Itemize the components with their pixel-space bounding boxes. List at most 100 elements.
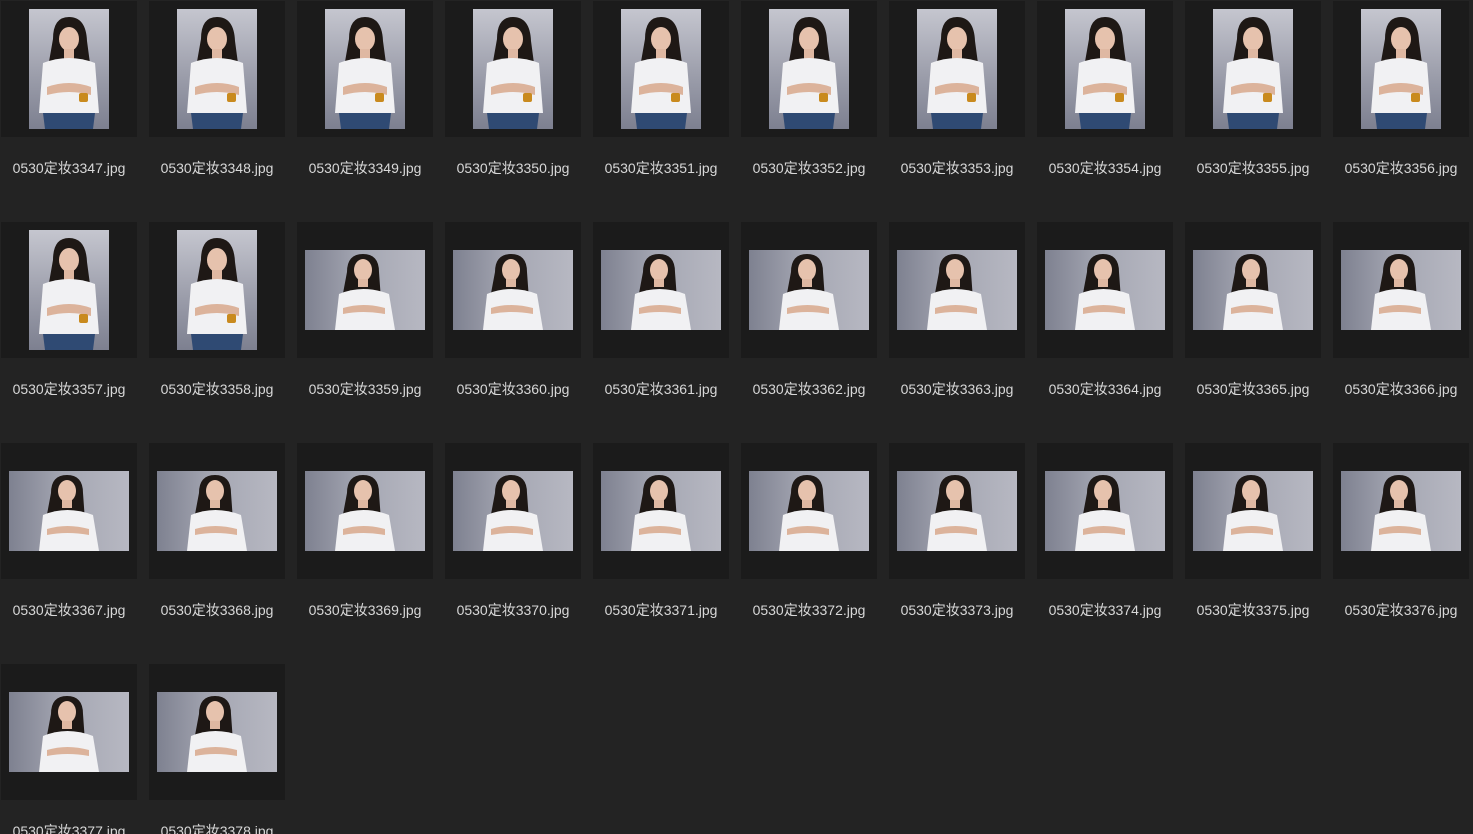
file-name-label[interactable]: 0530定妆3370.jpg [443,600,583,620]
photo-thumbnail[interactable] [1341,250,1461,330]
file-name-label[interactable]: 0530定妆3361.jpg [591,379,731,399]
photo-thumbnail[interactable] [1193,250,1313,330]
photo-thumbnail[interactable] [157,692,277,772]
thumbnail-frame[interactable] [1,1,137,137]
thumbnail-frame[interactable] [593,443,729,579]
file-name-label[interactable]: 0530定妆3365.jpg [1183,379,1323,399]
file-item[interactable]: 0530定妆3367.jpg [1,443,137,643]
file-item[interactable]: 0530定妆3377.jpg [1,664,137,834]
photo-thumbnail[interactable] [897,471,1017,551]
thumbnail-frame[interactable] [297,222,433,358]
thumbnail-frame[interactable] [297,443,433,579]
photo-thumbnail[interactable] [897,250,1017,330]
file-item[interactable]: 0530定妆3351.jpg [593,1,729,201]
file-name-label[interactable]: 0530定妆3369.jpg [295,600,435,620]
file-name-label[interactable]: 0530定妆3364.jpg [1035,379,1175,399]
file-name-label[interactable]: 0530定妆3352.jpg [739,158,879,178]
file-name-label[interactable]: 0530定妆3368.jpg [147,600,287,620]
thumbnail-frame[interactable] [889,443,1025,579]
thumbnail-frame[interactable] [741,222,877,358]
photo-thumbnail[interactable] [473,9,553,129]
photo-thumbnail[interactable] [305,250,425,330]
file-name-label[interactable]: 0530定妆3347.jpg [0,158,139,178]
thumbnail-frame[interactable] [297,1,433,137]
file-item[interactable]: 0530定妆3352.jpg [741,1,877,201]
file-name-label[interactable]: 0530定妆3375.jpg [1183,600,1323,620]
thumbnail-frame[interactable] [1037,222,1173,358]
photo-thumbnail[interactable] [177,9,257,129]
thumbnail-frame[interactable] [1333,1,1469,137]
thumbnail-frame[interactable] [593,222,729,358]
file-item[interactable]: 0530定妆3356.jpg [1333,1,1469,201]
thumbnail-frame[interactable] [593,1,729,137]
photo-thumbnail[interactable] [305,471,425,551]
photo-thumbnail[interactable] [621,9,701,129]
thumbnail-frame[interactable] [149,222,285,358]
file-item[interactable]: 0530定妆3360.jpg [445,222,581,422]
thumbnail-frame[interactable] [1185,443,1321,579]
file-name-label[interactable]: 0530定妆3374.jpg [1035,600,1175,620]
thumbnail-frame[interactable] [445,222,581,358]
file-item[interactable]: 0530定妆3373.jpg [889,443,1025,643]
thumbnail-frame[interactable] [445,1,581,137]
file-name-label[interactable]: 0530定妆3350.jpg [443,158,583,178]
thumbnail-frame[interactable] [1037,1,1173,137]
thumbnail-frame[interactable] [1,222,137,358]
file-item[interactable]: 0530定妆3365.jpg [1185,222,1321,422]
file-item[interactable]: 0530定妆3372.jpg [741,443,877,643]
thumbnail-frame[interactable] [889,222,1025,358]
photo-thumbnail[interactable] [9,471,129,551]
thumbnail-frame[interactable] [1185,1,1321,137]
file-item[interactable]: 0530定妆3370.jpg [445,443,581,643]
file-item[interactable]: 0530定妆3357.jpg [1,222,137,422]
photo-thumbnail[interactable] [1341,471,1461,551]
photo-thumbnail[interactable] [1213,9,1293,129]
file-item[interactable]: 0530定妆3354.jpg [1037,1,1173,201]
file-name-label[interactable]: 0530定妆3354.jpg [1035,158,1175,178]
file-name-label[interactable]: 0530定妆3363.jpg [887,379,1027,399]
thumbnail-frame[interactable] [1333,222,1469,358]
thumbnail-frame[interactable] [1,443,137,579]
file-name-label[interactable]: 0530定妆3349.jpg [295,158,435,178]
file-name-label[interactable]: 0530定妆3353.jpg [887,158,1027,178]
file-item[interactable]: 0530定妆3362.jpg [741,222,877,422]
file-item[interactable]: 0530定妆3355.jpg [1185,1,1321,201]
thumbnail-frame[interactable] [741,1,877,137]
photo-thumbnail[interactable] [769,9,849,129]
thumbnail-frame[interactable] [445,443,581,579]
file-item[interactable]: 0530定妆3371.jpg [593,443,729,643]
file-item[interactable]: 0530定妆3369.jpg [297,443,433,643]
file-name-label[interactable]: 0530定妆3360.jpg [443,379,583,399]
file-item[interactable]: 0530定妆3350.jpg [445,1,581,201]
thumbnail-frame[interactable] [1333,443,1469,579]
photo-thumbnail[interactable] [453,250,573,330]
thumbnail-frame[interactable] [1,664,137,800]
file-item[interactable]: 0530定妆3347.jpg [1,1,137,201]
photo-thumbnail[interactable] [29,230,109,350]
photo-thumbnail[interactable] [917,9,997,129]
file-item[interactable]: 0530定妆3361.jpg [593,222,729,422]
photo-thumbnail[interactable] [749,250,869,330]
photo-thumbnail[interactable] [749,471,869,551]
file-name-label[interactable]: 0530定妆3351.jpg [591,158,731,178]
photo-thumbnail[interactable] [1193,471,1313,551]
thumbnail-frame[interactable] [149,443,285,579]
file-item[interactable]: 0530定妆3348.jpg [149,1,285,201]
photo-thumbnail[interactable] [9,692,129,772]
file-name-label[interactable]: 0530定妆3357.jpg [0,379,139,399]
photo-thumbnail[interactable] [1065,9,1145,129]
file-name-label[interactable]: 0530定妆3348.jpg [147,158,287,178]
file-name-label[interactable]: 0530定妆3366.jpg [1331,379,1471,399]
file-name-label[interactable]: 0530定妆3377.jpg [0,821,139,834]
file-name-label[interactable]: 0530定妆3378.jpg [147,821,287,834]
file-name-label[interactable]: 0530定妆3371.jpg [591,600,731,620]
file-item[interactable]: 0530定妆3349.jpg [297,1,433,201]
file-name-label[interactable]: 0530定妆3356.jpg [1331,158,1471,178]
file-name-label[interactable]: 0530定妆3373.jpg [887,600,1027,620]
file-item[interactable]: 0530定妆3378.jpg [149,664,285,834]
file-name-label[interactable]: 0530定妆3359.jpg [295,379,435,399]
file-name-label[interactable]: 0530定妆3362.jpg [739,379,879,399]
photo-thumbnail[interactable] [453,471,573,551]
file-item[interactable]: 0530定妆3359.jpg [297,222,433,422]
photo-thumbnail[interactable] [157,471,277,551]
